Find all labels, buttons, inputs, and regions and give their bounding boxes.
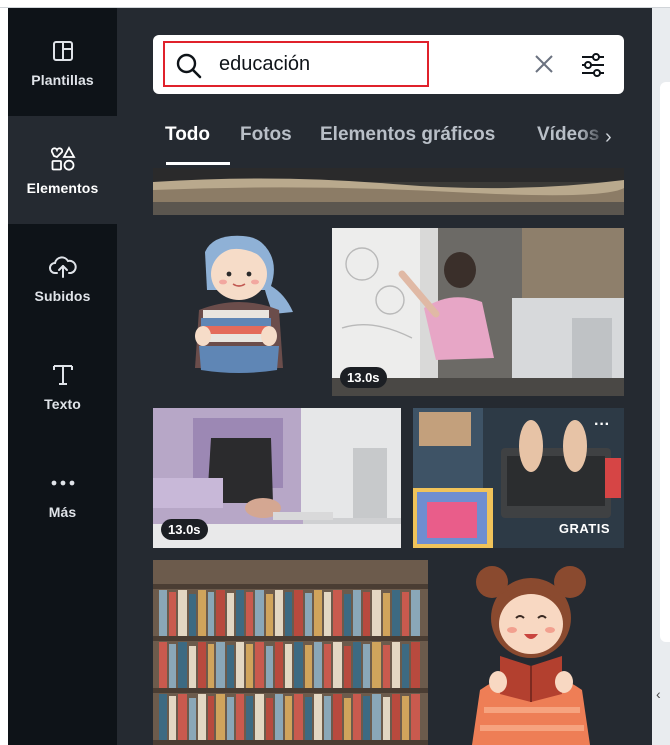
- search-bar: [153, 35, 624, 94]
- editor-frame: Plantillas Elementos Subidos Texto Más ‹…: [0, 0, 670, 745]
- more-dots-icon: [48, 468, 78, 498]
- rail-item-label: Texto: [44, 396, 81, 412]
- video-duration-badge: 13.0s: [161, 519, 208, 540]
- result-graphic-girl-books[interactable]: [153, 228, 323, 396]
- tab-elementos-graficos[interactable]: Elementos gráficos: [320, 124, 495, 146]
- rail-item-label: Más: [48, 504, 77, 520]
- rail-item-label: Plantillas: [31, 72, 94, 88]
- result-video-whiteboard[interactable]: 13.0s: [332, 228, 624, 396]
- cloud-upload-icon: [48, 252, 78, 282]
- active-tab-underline: [166, 162, 230, 165]
- collapse-panel-chevron-icon[interactable]: ‹: [656, 686, 661, 702]
- layout-icon: [48, 36, 78, 66]
- result-photo-laptop-typing[interactable]: ··· GRATIS: [413, 408, 624, 548]
- rail-item-texto[interactable]: Texto: [8, 332, 117, 440]
- text-icon: [48, 360, 78, 390]
- search-input[interactable]: [219, 49, 419, 79]
- canvas-page[interactable]: [660, 82, 670, 642]
- rail-item-elementos[interactable]: Elementos: [8, 116, 117, 224]
- rail-item-label: Subidos: [34, 288, 91, 304]
- tabs-fade: [578, 118, 623, 162]
- result-photo-bookshelf[interactable]: [153, 560, 428, 745]
- rail-item-subidos[interactable]: Subidos: [8, 224, 117, 332]
- result-photo-books[interactable]: [153, 168, 624, 215]
- close-icon[interactable]: [533, 53, 555, 80]
- result-video-computer-desk[interactable]: 13.0s: [153, 408, 401, 548]
- tab-todo[interactable]: Todo: [165, 124, 210, 146]
- rail-item-plantillas[interactable]: Plantillas: [8, 8, 117, 116]
- video-duration-badge: 13.0s: [340, 367, 387, 388]
- side-rail: Plantillas Elementos Subidos Texto Más: [8, 8, 117, 745]
- result-tabs: Todo Fotos Elementos gráficos Vídeos ›: [153, 118, 623, 166]
- chevron-right-icon[interactable]: ›: [605, 126, 612, 149]
- search-icon: [175, 52, 203, 85]
- shapes-icon: [48, 144, 78, 174]
- tab-fotos[interactable]: Fotos: [240, 124, 292, 146]
- free-badge: GRATIS: [558, 521, 610, 536]
- top-border: [0, 0, 670, 8]
- rail-item-mas[interactable]: Más: [8, 440, 117, 548]
- more-options-icon[interactable]: ···: [594, 416, 610, 434]
- rail-item-label: Elementos: [26, 180, 99, 196]
- result-graphic-girl-reading[interactable]: [440, 560, 624, 745]
- sliders-icon[interactable]: [579, 51, 607, 84]
